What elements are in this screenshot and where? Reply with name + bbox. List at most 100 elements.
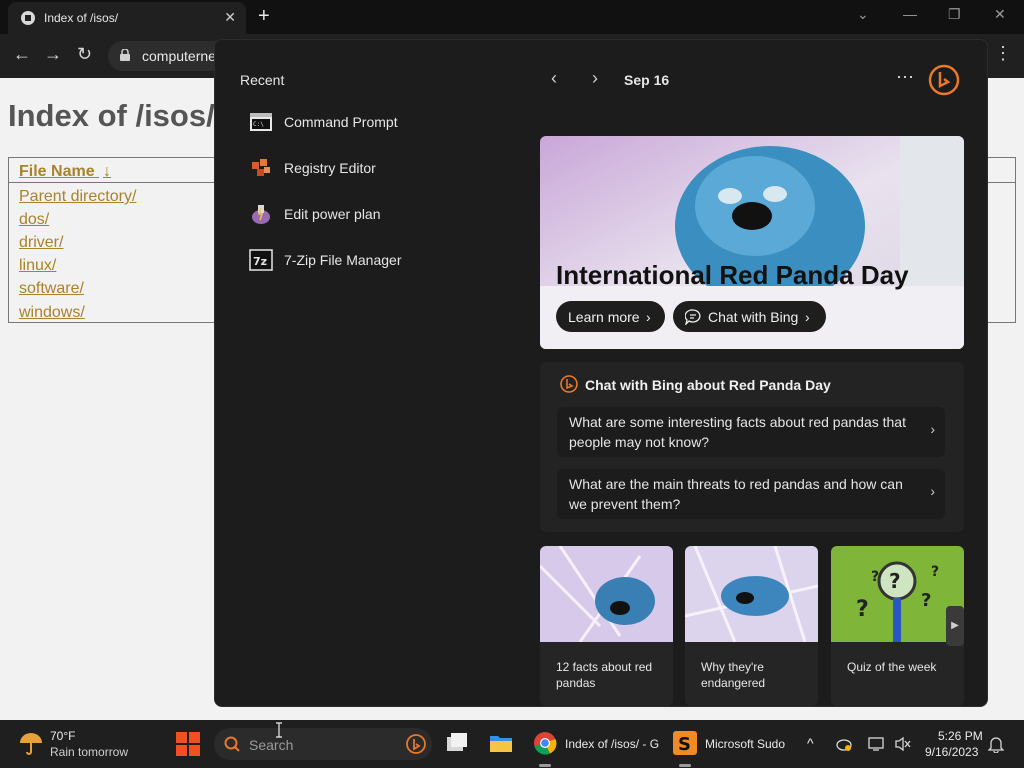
recent-item-label: Registry Editor [284,160,376,176]
file-link-parent[interactable]: Parent directory/ [19,188,136,206]
suggested-question-text: What are the main threats to red pandas … [569,476,903,512]
weather-temperature: 70°F [50,729,76,743]
close-window-button[interactable]: ✕ [994,6,1006,23]
registry-editor-icon [252,159,270,176]
recent-item-command-prompt[interactable]: C:\ Command Prompt [249,109,489,135]
suggested-question-text: What are some interesting facts about re… [569,414,906,450]
chat-card-title: Chat with Bing about Red Panda Day [585,377,831,393]
task-view-icon[interactable] [444,730,470,756]
restore-button[interactable]: ❐ [948,6,961,23]
recent-item-7zip[interactable]: 7z 7-Zip File Manager [249,247,489,273]
sort-arrow-icon: ↓ [103,163,112,180]
column-header-label: File Name [19,163,95,180]
news-tile[interactable]: ? ? ? ? ? Quiz of the week [831,546,964,706]
chat-with-bing-button[interactable]: Chat with Bing › [673,301,826,332]
chevron-right-icon: › [646,309,651,325]
chrome-taskbar-label[interactable]: Index of /isos/ - G [565,737,659,751]
tile-caption: Quiz of the week [847,660,937,674]
tab-close-icon[interactable]: ✕ [224,9,236,26]
tab-title: Index of /isos/ [44,11,119,25]
forward-button[interactable]: → [44,44,62,65]
minimize-button[interactable]: — [903,6,917,22]
red-panda-tree-image [540,546,673,642]
suggested-question[interactable]: What are some interesting facts about re… [557,407,945,457]
recent-item-label: Edit power plan [284,206,381,222]
more-options-button[interactable]: ··· [896,66,914,87]
sudoku-icon[interactable]: S [672,730,698,756]
hero-title: International Red Panda Day [556,260,909,290]
back-button[interactable]: ← [13,44,31,65]
site-favicon-icon [21,11,35,25]
show-hidden-icons-button[interactable]: ^ [807,735,814,751]
news-tile[interactable]: Why they're endangered [685,546,818,706]
learn-more-label: Learn more [568,309,640,325]
address-url: computerne [142,48,216,64]
svg-text:7z: 7z [253,255,267,268]
start-button[interactable] [176,732,200,756]
svg-text:C:\: C:\ [253,121,264,128]
svg-text:S: S [678,734,691,755]
chevron-right-icon: › [805,309,810,325]
recent-item-registry-editor[interactable]: Registry Editor [249,155,489,181]
clock-date[interactable]: 9/16/2023 [925,745,978,759]
hero-card[interactable]: International Red Panda Day Learn more ›… [540,136,964,349]
suggested-question[interactable]: What are the main threats to red pandas … [557,469,945,519]
network-icon[interactable] [868,736,886,752]
browser-tab[interactable]: Index of /isos/ ✕ [8,2,246,34]
file-link-dos[interactable]: dos/ [19,211,49,229]
recent-item-label: Command Prompt [284,114,398,130]
search-icon [224,736,240,752]
file-link-windows[interactable]: windows/ [19,304,85,322]
power-plan-icon [252,205,270,224]
notification-bell-icon[interactable] [988,735,1004,753]
next-day-button[interactable]: › [592,68,598,89]
file-link-linux[interactable]: linux/ [19,257,56,275]
file-link-software[interactable]: software/ [19,280,84,298]
file-explorer-icon[interactable] [488,730,514,756]
quiz-question-marks-image: ? ? ? ? ? [831,546,964,642]
bing-logo-icon[interactable] [928,64,960,96]
scroll-right-button[interactable]: ▶ [946,606,964,646]
lock-icon [120,49,130,61]
address-bar[interactable]: computerne [108,41,228,71]
previous-day-button[interactable]: ‹ [551,68,557,89]
page-title: Index of /isos/ [8,98,215,133]
new-tab-button[interactable]: + [258,5,270,28]
chat-suggestions-card: Chat with Bing about Red Panda Day What … [540,362,964,532]
search-placeholder: Search [249,737,294,753]
security-tray-icon[interactable] [836,736,852,752]
recent-item-label: 7-Zip File Manager [284,252,402,268]
file-link-driver[interactable]: driver/ [19,234,63,252]
feed-date: Sep 16 [624,72,670,88]
windows-logo-icon [189,745,200,756]
recent-item-edit-power-plan[interactable]: Edit power plan [249,201,489,227]
taskbar: 70°F Rain tomorrow Search Index of /isos… [0,720,1024,768]
learn-more-button[interactable]: Learn more › [556,301,665,332]
browser-menu-button[interactable]: ⋮ [994,43,1012,64]
umbrella-weather-icon[interactable] [18,730,44,756]
news-tile[interactable]: 12 facts about red pandas [540,546,673,706]
chrome-active-indicator [539,764,551,767]
weather-description: Rain tomorrow [50,745,129,759]
sudoku-taskbar-label[interactable]: Microsoft Sudo [705,737,785,751]
browser-tab-bar: Index of /isos/ ✕ + ⌄ — ❐ ✕ [0,0,1024,34]
chat-bubble-icon [685,309,701,325]
clock-time[interactable]: 5:26 PM [938,729,983,743]
reload-button[interactable]: ↻ [77,44,92,65]
widgets-panel: Recent C:\ Command Prompt Registry Edito… [214,39,988,707]
chevron-right-icon: › [930,421,935,437]
tile-caption: Why they're endangered [701,660,766,690]
taskbar-search-box[interactable]: Search [214,728,432,760]
svg-text:?: ? [856,597,869,622]
chrome-icon[interactable] [532,730,558,756]
recent-title: Recent [240,72,285,88]
volume-muted-icon[interactable] [895,736,911,752]
svg-text:?: ? [871,569,879,585]
7zip-icon: 7z [249,249,273,271]
svg-text:?: ? [889,569,901,593]
tab-search-icon[interactable]: ⌄ [857,6,869,23]
bing-search-icon [406,734,426,754]
file-name-column-header[interactable]: File Name ↓ [19,163,111,181]
command-prompt-icon: C:\ [250,113,272,131]
red-panda-branch-image [685,546,818,642]
